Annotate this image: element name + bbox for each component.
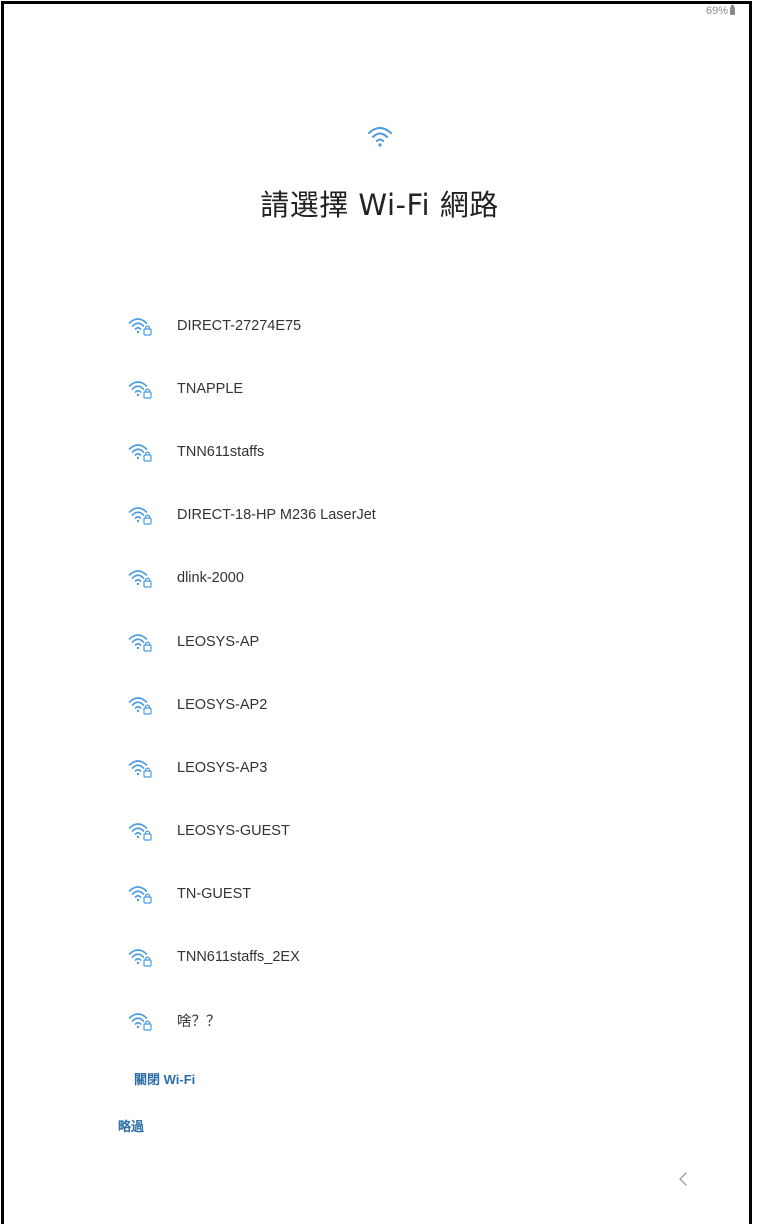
wifi-lock-icon [128, 570, 152, 588]
wifi-lock-icon [128, 1012, 152, 1031]
wifi-network-item[interactable]: dlink-2000 [118, 547, 678, 610]
wifi-lock-icon [128, 444, 152, 462]
wifi-network-name: DIRECT-27274E75 [177, 317, 302, 334]
wifi-network-item[interactable]: LEOSYS-AP3 [118, 736, 678, 799]
wifi-lock-icon [128, 507, 152, 525]
skip-link[interactable]: 略過 [118, 1116, 144, 1135]
wifi-lock-icon [128, 696, 152, 715]
wifi-network-name: TNN611staffs [177, 443, 265, 460]
wifi-network-name: LEOSYS-AP [177, 633, 260, 650]
wifi-network-item[interactable]: TN-GUEST [118, 863, 678, 926]
wifi-lock-icon [128, 380, 152, 399]
wifi-network-name: LEOSYS-AP3 [177, 759, 268, 776]
wifi-network-item[interactable]: LEOSYS-AP2 [118, 673, 678, 736]
wifi-network-name: 啥？？ [177, 1014, 221, 1031]
turn-off-wifi-link[interactable]: 關閉 Wi-Fi [134, 1069, 195, 1088]
wifi-lock-icon [128, 760, 152, 778]
wifi-lock-icon [128, 317, 152, 336]
battery-icon [730, 5, 735, 15]
wifi-network-item[interactable]: LEOSYS-AP [118, 610, 678, 673]
page-title: 請選擇 Wi-Fi 網路 [260, 188, 499, 222]
wifi-network-name: LEOSYS-GUEST [177, 823, 290, 840]
wifi-network-name: TN-GUEST [177, 886, 252, 903]
wifi-network-item[interactable]: LEOSYS-GUEST [118, 800, 678, 863]
wifi-lock-icon [128, 823, 152, 841]
wifi-network-item[interactable]: TNN611staffs [118, 420, 678, 483]
wifi-network-list: DIRECT-27274E75 TNAPPLE TNN611staffs DIRECT… [118, 294, 678, 1052]
wifi-lock-icon [128, 886, 152, 904]
wifi-network-item[interactable]: TNAPPLE [118, 357, 678, 420]
battery-percentage: 69% [705, 5, 728, 17]
status-bar: 69% [706, 5, 735, 17]
wifi-network-item[interactable]: DIRECT-27274E75 [118, 294, 678, 357]
wifi-lock-icon [128, 633, 152, 652]
wifi-network-item[interactable]: TNN611staffs_2EX [118, 926, 678, 989]
wifi-network-item[interactable]: DIRECT-18-HP M236 LaserJet [118, 484, 678, 547]
wifi-network-name: LEOSYS-AP2 [177, 696, 268, 713]
wifi-icon [368, 127, 392, 147]
wifi-network-name: TNN611staffs_2EX [177, 949, 300, 966]
chevron-left-icon[interactable] [676, 1170, 690, 1188]
wifi-network-name: DIRECT-18-HP M236 LaserJet [177, 507, 376, 524]
wifi-lock-icon [128, 949, 152, 968]
wifi-network-name: dlink-2000 [177, 570, 244, 587]
wifi-network-item[interactable]: 啥？？ [118, 989, 678, 1052]
wifi-network-name: TNAPPLE [177, 380, 244, 397]
